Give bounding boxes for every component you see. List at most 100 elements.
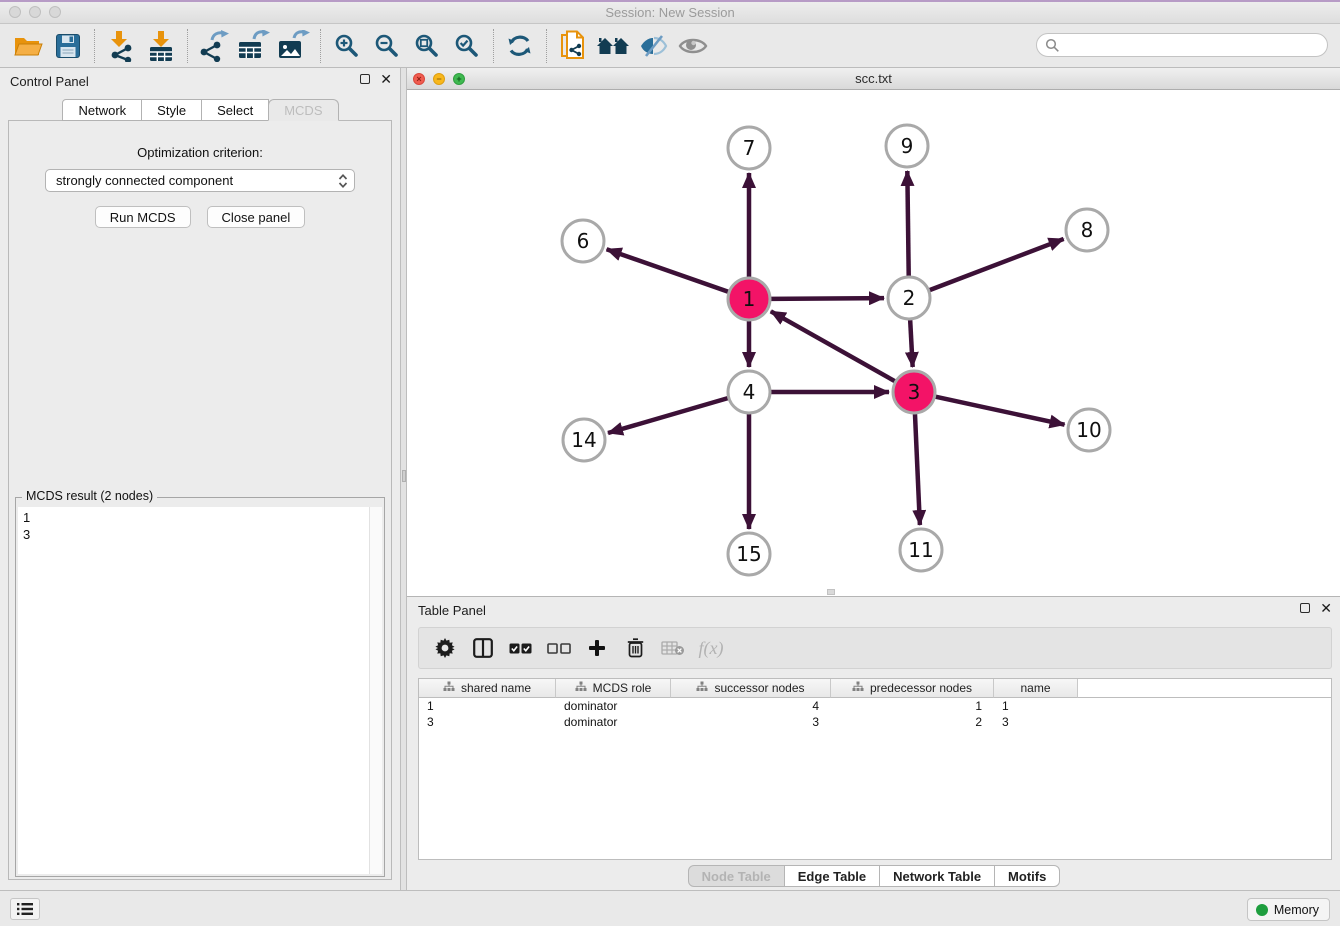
graph-node-label: 14 xyxy=(571,428,596,452)
tab-motifs[interactable]: Motifs xyxy=(994,865,1060,887)
column-header-name[interactable]: name xyxy=(994,679,1078,698)
table-panel: Table Panel ✕ xyxy=(407,597,1340,892)
import-network-icon[interactable] xyxy=(101,27,141,65)
canvas-resize-grip[interactable] xyxy=(827,589,835,595)
tab-style[interactable]: Style xyxy=(141,99,202,121)
save-session-icon[interactable] xyxy=(48,27,88,65)
show-column-icon[interactable] xyxy=(467,631,499,665)
result-scrollbar[interactable] xyxy=(369,507,382,874)
tab-network-table[interactable]: Network Table xyxy=(879,865,995,887)
tab-mcds[interactable]: MCDS xyxy=(268,99,338,121)
node-table: shared nameMCDS role successor nodes prede… xyxy=(418,678,1332,860)
network-canvas[interactable]: 1234678910111415 xyxy=(407,90,1340,596)
close-panel-icon[interactable]: ✕ xyxy=(380,74,392,84)
table-row[interactable]: 3dominator323 xyxy=(419,714,1331,730)
column-header-mcds-role[interactable]: MCDS role xyxy=(556,679,671,698)
table-cell[interactable]: 1 xyxy=(831,698,994,714)
tab-select[interactable]: Select xyxy=(201,99,269,121)
splitter-grip-icon[interactable] xyxy=(402,470,406,482)
column-header-successor-nodes[interactable]: successor nodes xyxy=(671,679,831,698)
table-row[interactable]: 1dominator411 xyxy=(419,698,1331,714)
tab-network[interactable]: Network xyxy=(62,99,142,121)
table-cell[interactable]: 4 xyxy=(671,698,831,714)
open-session-icon[interactable] xyxy=(8,27,48,65)
search-icon xyxy=(1045,38,1060,53)
table-cell[interactable]: 3 xyxy=(994,714,1078,730)
control-panel: Control Panel ✕ NetworkStyleSelectMCDS O… xyxy=(0,68,400,892)
network-graph[interactable]: 1234678910111415 xyxy=(407,90,1340,596)
list-icon xyxy=(16,902,34,916)
show-all-icon[interactable] xyxy=(673,27,713,65)
close-table-panel-icon[interactable]: ✕ xyxy=(1320,603,1332,613)
select-arrows-icon xyxy=(337,173,349,192)
mcds-result-list[interactable]: 13 xyxy=(18,507,369,874)
nested-network-home-icon[interactable] xyxy=(593,27,633,65)
select-all-columns-icon[interactable] xyxy=(505,631,537,665)
status-bar: Memory xyxy=(0,890,1340,926)
tab-edge-table[interactable]: Edge Table xyxy=(784,865,880,887)
column-header-shared-name[interactable]: shared name xyxy=(419,679,556,698)
create-column-icon[interactable] xyxy=(581,631,613,665)
graph-node-label: 8 xyxy=(1081,218,1094,242)
deselect-all-columns-icon[interactable] xyxy=(543,631,575,665)
graph-node-label: 10 xyxy=(1076,418,1101,442)
toolbar-separator xyxy=(320,29,321,63)
memory-button[interactable]: Memory xyxy=(1247,898,1330,921)
zoom-in-icon[interactable] xyxy=(327,27,367,65)
table-cell[interactable]: 2 xyxy=(831,714,994,730)
graph-edge-2-9[interactable] xyxy=(907,171,908,276)
graph-node-label: 7 xyxy=(743,136,756,160)
graph-edge-2-8[interactable] xyxy=(930,239,1064,290)
mcds-result-item: 1 xyxy=(23,509,369,526)
table-cell[interactable]: dominator xyxy=(556,714,671,730)
tab-node-table[interactable]: Node Table xyxy=(688,865,785,887)
table-body: 1dominator4113dominator323 xyxy=(419,698,1331,730)
graph-edge-1-6[interactable] xyxy=(607,249,729,291)
toolbar-separator xyxy=(187,29,188,63)
graph-node-label: 3 xyxy=(908,380,921,404)
graph-edge-3-11[interactable] xyxy=(915,414,920,525)
zoom-out-icon[interactable] xyxy=(367,27,407,65)
float-panel-icon[interactable] xyxy=(360,74,370,84)
table-cell[interactable]: 1 xyxy=(419,698,556,714)
hierarchy-icon xyxy=(443,681,455,695)
zoom-selected-icon[interactable] xyxy=(447,27,487,65)
column-header-predecessor-nodes[interactable]: predecessor nodes xyxy=(831,679,994,698)
close-panel-button[interactable]: Close panel xyxy=(207,206,306,228)
new-network-from-selection-icon[interactable] xyxy=(553,27,593,65)
import-table-icon[interactable] xyxy=(141,27,181,65)
table-cell[interactable]: 3 xyxy=(419,714,556,730)
table-cell[interactable]: 1 xyxy=(994,698,1078,714)
settings-icon[interactable] xyxy=(429,631,461,665)
task-history-button[interactable] xyxy=(10,898,40,920)
graph-edge-3-1[interactable] xyxy=(771,311,895,381)
optimization-select[interactable]: strongly connected component xyxy=(45,169,355,192)
export-network-icon[interactable] xyxy=(194,27,234,65)
graph-edge-2-3[interactable] xyxy=(910,320,913,367)
graph-edge-4-14[interactable] xyxy=(608,398,728,433)
network-view-window: × − + scc.txt 1234678910111415 xyxy=(407,68,1340,597)
delete-column-icon[interactable] xyxy=(619,631,651,665)
table-panel-tabs: Node TableEdge TableNetwork TableMotifs xyxy=(407,865,1340,887)
network-window-title: scc.txt xyxy=(407,71,1340,86)
search-box[interactable] xyxy=(1036,33,1328,57)
float-table-panel-icon[interactable] xyxy=(1300,603,1310,613)
panel-splitter[interactable] xyxy=(400,68,407,892)
export-image-icon[interactable] xyxy=(274,27,314,65)
control-panel-tabs: NetworkStyleSelectMCDS xyxy=(0,99,400,121)
refresh-view-icon[interactable] xyxy=(500,27,540,65)
hide-selected-icon[interactable] xyxy=(633,27,673,65)
graph-edge-1-2[interactable] xyxy=(771,298,884,299)
mcds-tab-content: Optimization criterion: strongly connect… xyxy=(8,120,392,880)
run-mcds-button[interactable]: Run MCDS xyxy=(95,206,191,228)
zoom-fit-icon[interactable] xyxy=(407,27,447,65)
search-input[interactable] xyxy=(1060,35,1327,55)
optimization-select-value: strongly connected component xyxy=(56,173,233,188)
table-panel-title: Table Panel xyxy=(418,603,486,618)
memory-indicator-dot xyxy=(1256,904,1268,916)
graph-edge-3-10[interactable] xyxy=(935,397,1064,425)
export-table-icon[interactable] xyxy=(234,27,274,65)
table-cell[interactable]: 3 xyxy=(671,714,831,730)
column-header-label: successor nodes xyxy=(714,681,804,695)
table-cell[interactable]: dominator xyxy=(556,698,671,714)
